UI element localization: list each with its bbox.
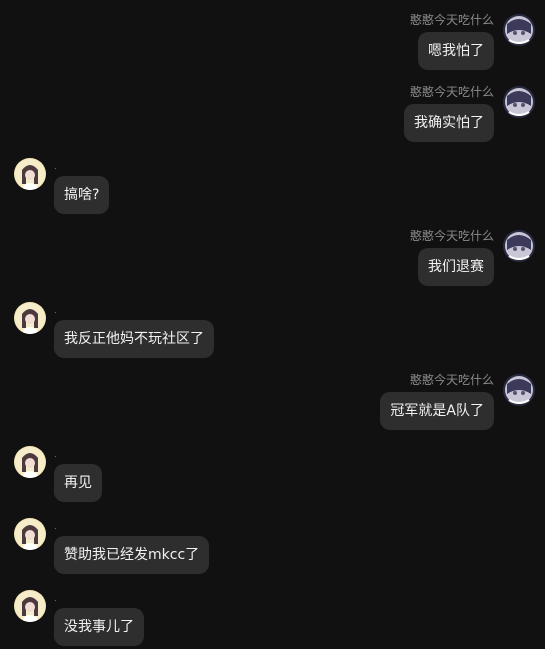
chat-window: { "messages": [ {"side": "right", "name"…	[0, 0, 545, 649]
sender-avatar[interactable]	[503, 86, 535, 118]
avatar-right-icon	[503, 374, 535, 406]
sender-avatar[interactable]	[503, 230, 535, 262]
avatar-right-icon	[503, 14, 535, 46]
message-row: . 再见	[0, 446, 545, 506]
sender-name: 憨憨今天吃什么	[409, 13, 494, 27]
message-bubble[interactable]: 我们退赛	[418, 248, 494, 286]
message-row: . 没我事儿了	[0, 590, 545, 649]
message-bubble[interactable]: 冠军就是A队了	[380, 392, 494, 430]
message-bubble[interactable]: 赞助我已经发mkcc了	[54, 536, 210, 574]
sender-name: .	[54, 594, 57, 604]
sender-avatar[interactable]	[503, 374, 535, 406]
sender-avatar[interactable]	[14, 158, 46, 190]
sender-name: .	[54, 450, 57, 460]
message-bubble[interactable]: 搞啥?	[54, 176, 110, 214]
message-row: 憨憨今天吃什么 嗯我怕了	[0, 12, 545, 72]
sender-avatar[interactable]	[14, 446, 46, 478]
avatar-right-icon	[503, 86, 535, 118]
sender-name: .	[54, 162, 57, 172]
message-bubble[interactable]: 嗯我怕了	[418, 32, 494, 70]
message-row: . 赞助我已经发mkcc了	[0, 518, 545, 578]
sender-name: 憨憨今天吃什么	[409, 373, 494, 387]
sender-avatar[interactable]	[14, 518, 46, 550]
sender-avatar[interactable]	[14, 590, 46, 622]
avatar-right-icon	[503, 230, 535, 262]
message-bubble[interactable]: 我确实怕了	[404, 104, 494, 142]
sender-name: 憨憨今天吃什么	[409, 85, 494, 99]
message-bubble[interactable]: 没我事儿了	[54, 608, 144, 646]
avatar-left-icon	[14, 590, 46, 622]
message-row: 憨憨今天吃什么 冠军就是A队了	[0, 372, 545, 432]
avatar-left-icon	[14, 446, 46, 478]
message-bubble[interactable]: 再见	[54, 464, 102, 502]
sender-avatar[interactable]	[14, 302, 46, 334]
sender-name: .	[54, 306, 57, 316]
message-row: . 我反正他妈不玩社区了	[0, 302, 545, 362]
sender-name: 憨憨今天吃什么	[409, 229, 494, 243]
message-bubble[interactable]: 我反正他妈不玩社区了	[54, 320, 214, 358]
avatar-left-icon	[14, 302, 46, 334]
sender-name: .	[54, 522, 57, 532]
message-row: . 搞啥?	[0, 158, 545, 218]
avatar-left-icon	[14, 158, 46, 190]
avatar-left-icon	[14, 518, 46, 550]
message-row: 憨憨今天吃什么 我们退赛	[0, 228, 545, 288]
message-row: 憨憨今天吃什么 我确实怕了	[0, 84, 545, 144]
sender-avatar[interactable]	[503, 14, 535, 46]
